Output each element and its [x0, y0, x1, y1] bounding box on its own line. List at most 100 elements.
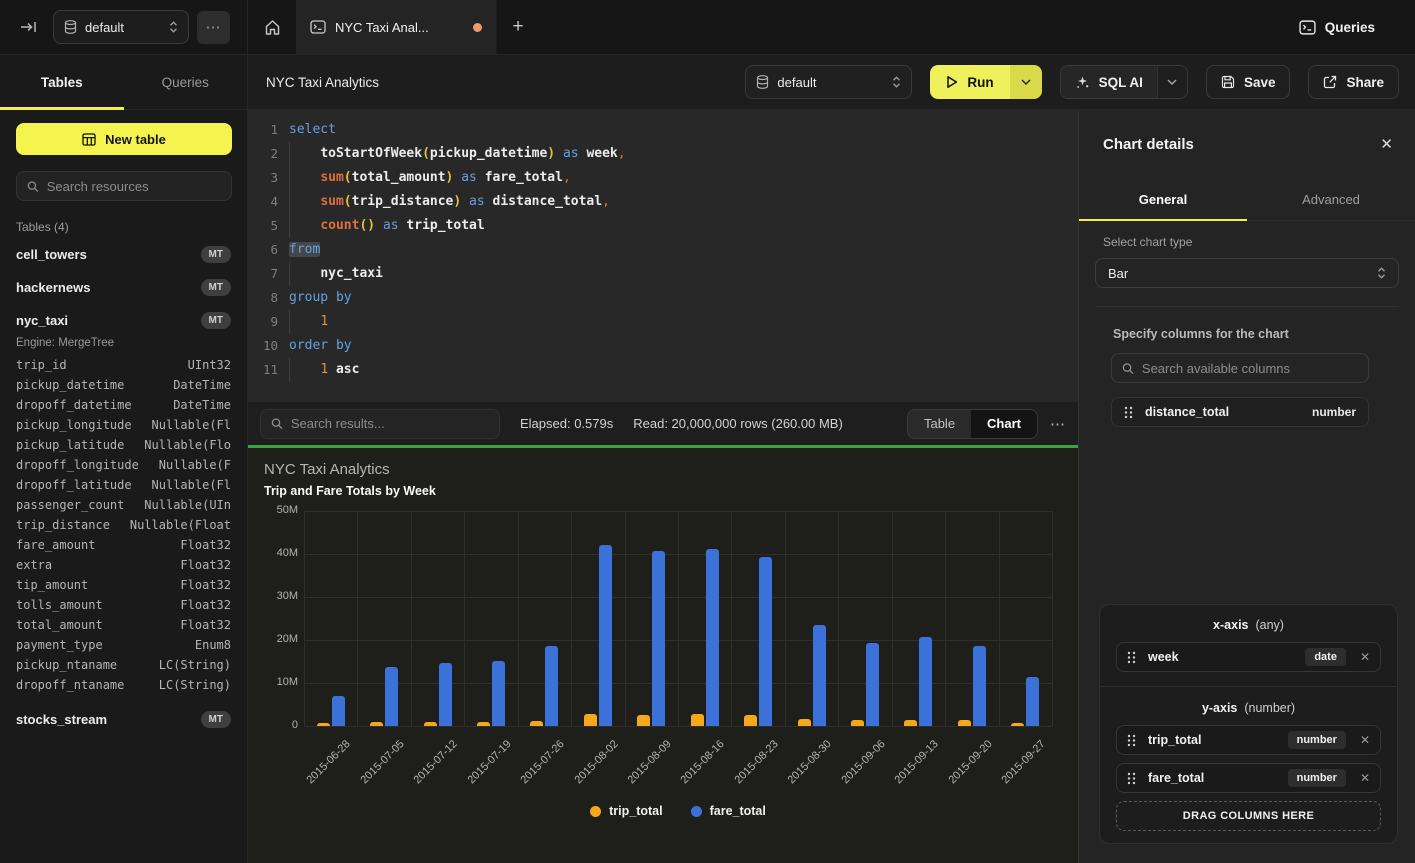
save-button[interactable]: Save [1206, 65, 1291, 99]
line-number: 3 [248, 166, 278, 190]
drag-handle-icon[interactable] [1124, 406, 1133, 419]
table-column-row[interactable]: dropoff_datetimeDateTime [0, 395, 247, 415]
remove-column-icon[interactable]: ✕ [1358, 733, 1370, 747]
chart-type-value: Bar [1108, 266, 1128, 281]
sql-ai-options-caret[interactable] [1157, 66, 1187, 98]
view-toggle-chart[interactable]: Chart [971, 410, 1037, 438]
tab-nyc-taxi-analytics[interactable]: NYC Taxi Anal... [296, 0, 497, 54]
bar-trip_total [744, 715, 757, 726]
drag-columns-dropzone[interactable]: DRAG COLUMNS HERE [1116, 801, 1381, 831]
sql-editor[interactable]: 1select2 toStartOfWeek(pickup_datetime) … [248, 110, 1078, 402]
legend-item-trip_total[interactable]: trip_total [590, 804, 662, 818]
bar-fare_total [973, 646, 986, 726]
token [555, 146, 563, 161]
close-icon[interactable]: ✕ [1380, 135, 1393, 153]
share-button[interactable]: Share [1308, 65, 1399, 99]
run-button[interactable]: Run [930, 65, 1009, 99]
available-column-item[interactable]: distance_totalnumber [1111, 397, 1369, 427]
table-column-row[interactable]: payment_typeEnum8 [0, 635, 247, 655]
code-text: sum(trip_distance) as distance_total, [289, 190, 610, 214]
bar-trip_total [424, 722, 437, 726]
drag-handle-icon[interactable] [1127, 734, 1136, 747]
table-column-row[interactable]: extraFloat32 [0, 555, 247, 575]
drag-handle-icon[interactable] [1127, 772, 1136, 785]
database-icon [756, 75, 769, 89]
table-row[interactable]: stocks_streamMT [0, 703, 247, 736]
panel-tab-general[interactable]: General [1079, 178, 1247, 220]
table-engine-badge: MT [201, 279, 231, 296]
x-axis-tick-label: 2015-09-06 [839, 738, 887, 786]
token: order by [289, 338, 352, 353]
editor-line: 7 nyc_taxi [248, 262, 1078, 286]
sql-ai-button[interactable]: SQL AI [1061, 66, 1157, 98]
sidebar-tab-tables[interactable]: Tables [0, 55, 124, 109]
table-column-row[interactable]: total_amountFloat32 [0, 615, 247, 635]
database-selector-top[interactable]: default [53, 10, 189, 44]
queries-button[interactable]: Queries [1299, 20, 1375, 35]
editor-line: 10order by [248, 334, 1078, 358]
x-axis-tick-label: 2015-07-19 [465, 738, 513, 786]
columns-search-input[interactable] [1142, 361, 1358, 376]
axis-column-item[interactable]: weekdate✕ [1116, 642, 1381, 672]
remove-column-icon[interactable]: ✕ [1358, 771, 1370, 785]
sidebar-collapse-icon[interactable] [20, 20, 37, 34]
second-row: Tables Queries NYC Taxi Analytics defaul… [0, 55, 1415, 110]
token: as [469, 194, 485, 209]
new-tab-button[interactable]: + [497, 0, 539, 54]
workspace-more-button[interactable]: ⋯ [197, 11, 230, 44]
axis-column-name: fare_total [1148, 771, 1204, 785]
panel-tab-advanced[interactable]: Advanced [1247, 178, 1415, 220]
table-row[interactable]: hackernewsMT [0, 271, 247, 304]
chart-type-select[interactable]: Bar [1095, 258, 1399, 288]
axis-column-item[interactable]: fare_totalnumber✕ [1116, 763, 1381, 793]
line-number: 5 [248, 214, 278, 238]
results-search-input[interactable] [291, 416, 489, 431]
home-button[interactable] [248, 0, 296, 54]
table-column-row[interactable]: trip_distanceNullable(Float [0, 515, 247, 535]
x-axis-tick-label: 2015-09-20 [946, 738, 994, 786]
table-column-row[interactable]: dropoff_ntanameLC(String) [0, 675, 247, 695]
table-column-row[interactable]: passenger_countNullable(UIn [0, 495, 247, 515]
table-column-row[interactable]: dropoff_latitudeNullable(Fl [0, 475, 247, 495]
table-column-row[interactable]: tip_amountFloat32 [0, 575, 247, 595]
y-axis-tick-label: 10M [254, 676, 298, 688]
bar-fare_total [1026, 677, 1039, 726]
table-row[interactable]: cell_towersMT [0, 238, 247, 271]
gridline-vertical [892, 511, 893, 726]
bar-trip_total [637, 715, 650, 726]
results-search[interactable] [260, 409, 500, 439]
table-row[interactable]: nyc_taxiMT [0, 304, 247, 337]
new-table-button[interactable]: New table [16, 123, 232, 155]
database-selector-toolbar[interactable]: default [745, 65, 912, 99]
sidebar-search-input[interactable] [47, 179, 221, 194]
results-more-button[interactable]: ⋯ [1050, 415, 1066, 433]
table-column-row[interactable]: pickup_latitudeNullable(Flo [0, 435, 247, 455]
view-toggle-table[interactable]: Table [908, 410, 971, 438]
table-column-row[interactable]: pickup_datetimeDateTime [0, 375, 247, 395]
read-stat: Read: 20,000,000 rows (260.00 MB) [633, 416, 843, 431]
y-axis-tick-label: 20M [254, 633, 298, 645]
table-column-row[interactable]: fare_amountFloat32 [0, 535, 247, 555]
table-column-row[interactable]: pickup_ntanameLC(String) [0, 655, 247, 675]
columns-label: Specify columns for the chart [1079, 327, 1415, 341]
line-number: 4 [248, 190, 278, 214]
table-column-row[interactable]: trip_idUInt32 [0, 355, 247, 375]
sidebar-search[interactable] [16, 171, 232, 201]
sidebar-tab-queries[interactable]: Queries [124, 55, 248, 109]
table-column-row[interactable]: dropoff_longitudeNullable(F [0, 455, 247, 475]
column-type: DateTime [173, 378, 231, 392]
bar-trip_total [317, 723, 330, 726]
remove-column-icon[interactable]: ✕ [1358, 650, 1370, 664]
column-name: dropoff_datetime [16, 398, 132, 412]
chart-subtitle: Trip and Fare Totals by Week [264, 484, 436, 498]
columns-search[interactable] [1111, 353, 1369, 383]
legend-item-fare_total[interactable]: fare_total [691, 804, 766, 818]
gridline-vertical [678, 511, 679, 726]
run-options-caret[interactable] [1010, 65, 1042, 99]
run-button-label: Run [967, 75, 993, 90]
drag-handle-icon[interactable] [1127, 651, 1136, 664]
table-column-row[interactable]: pickup_longitudeNullable(Fl [0, 415, 247, 435]
table-column-row[interactable]: tolls_amountFloat32 [0, 595, 247, 615]
axis-column-item[interactable]: trip_totalnumber✕ [1116, 725, 1381, 755]
table-grid-icon [82, 133, 96, 146]
